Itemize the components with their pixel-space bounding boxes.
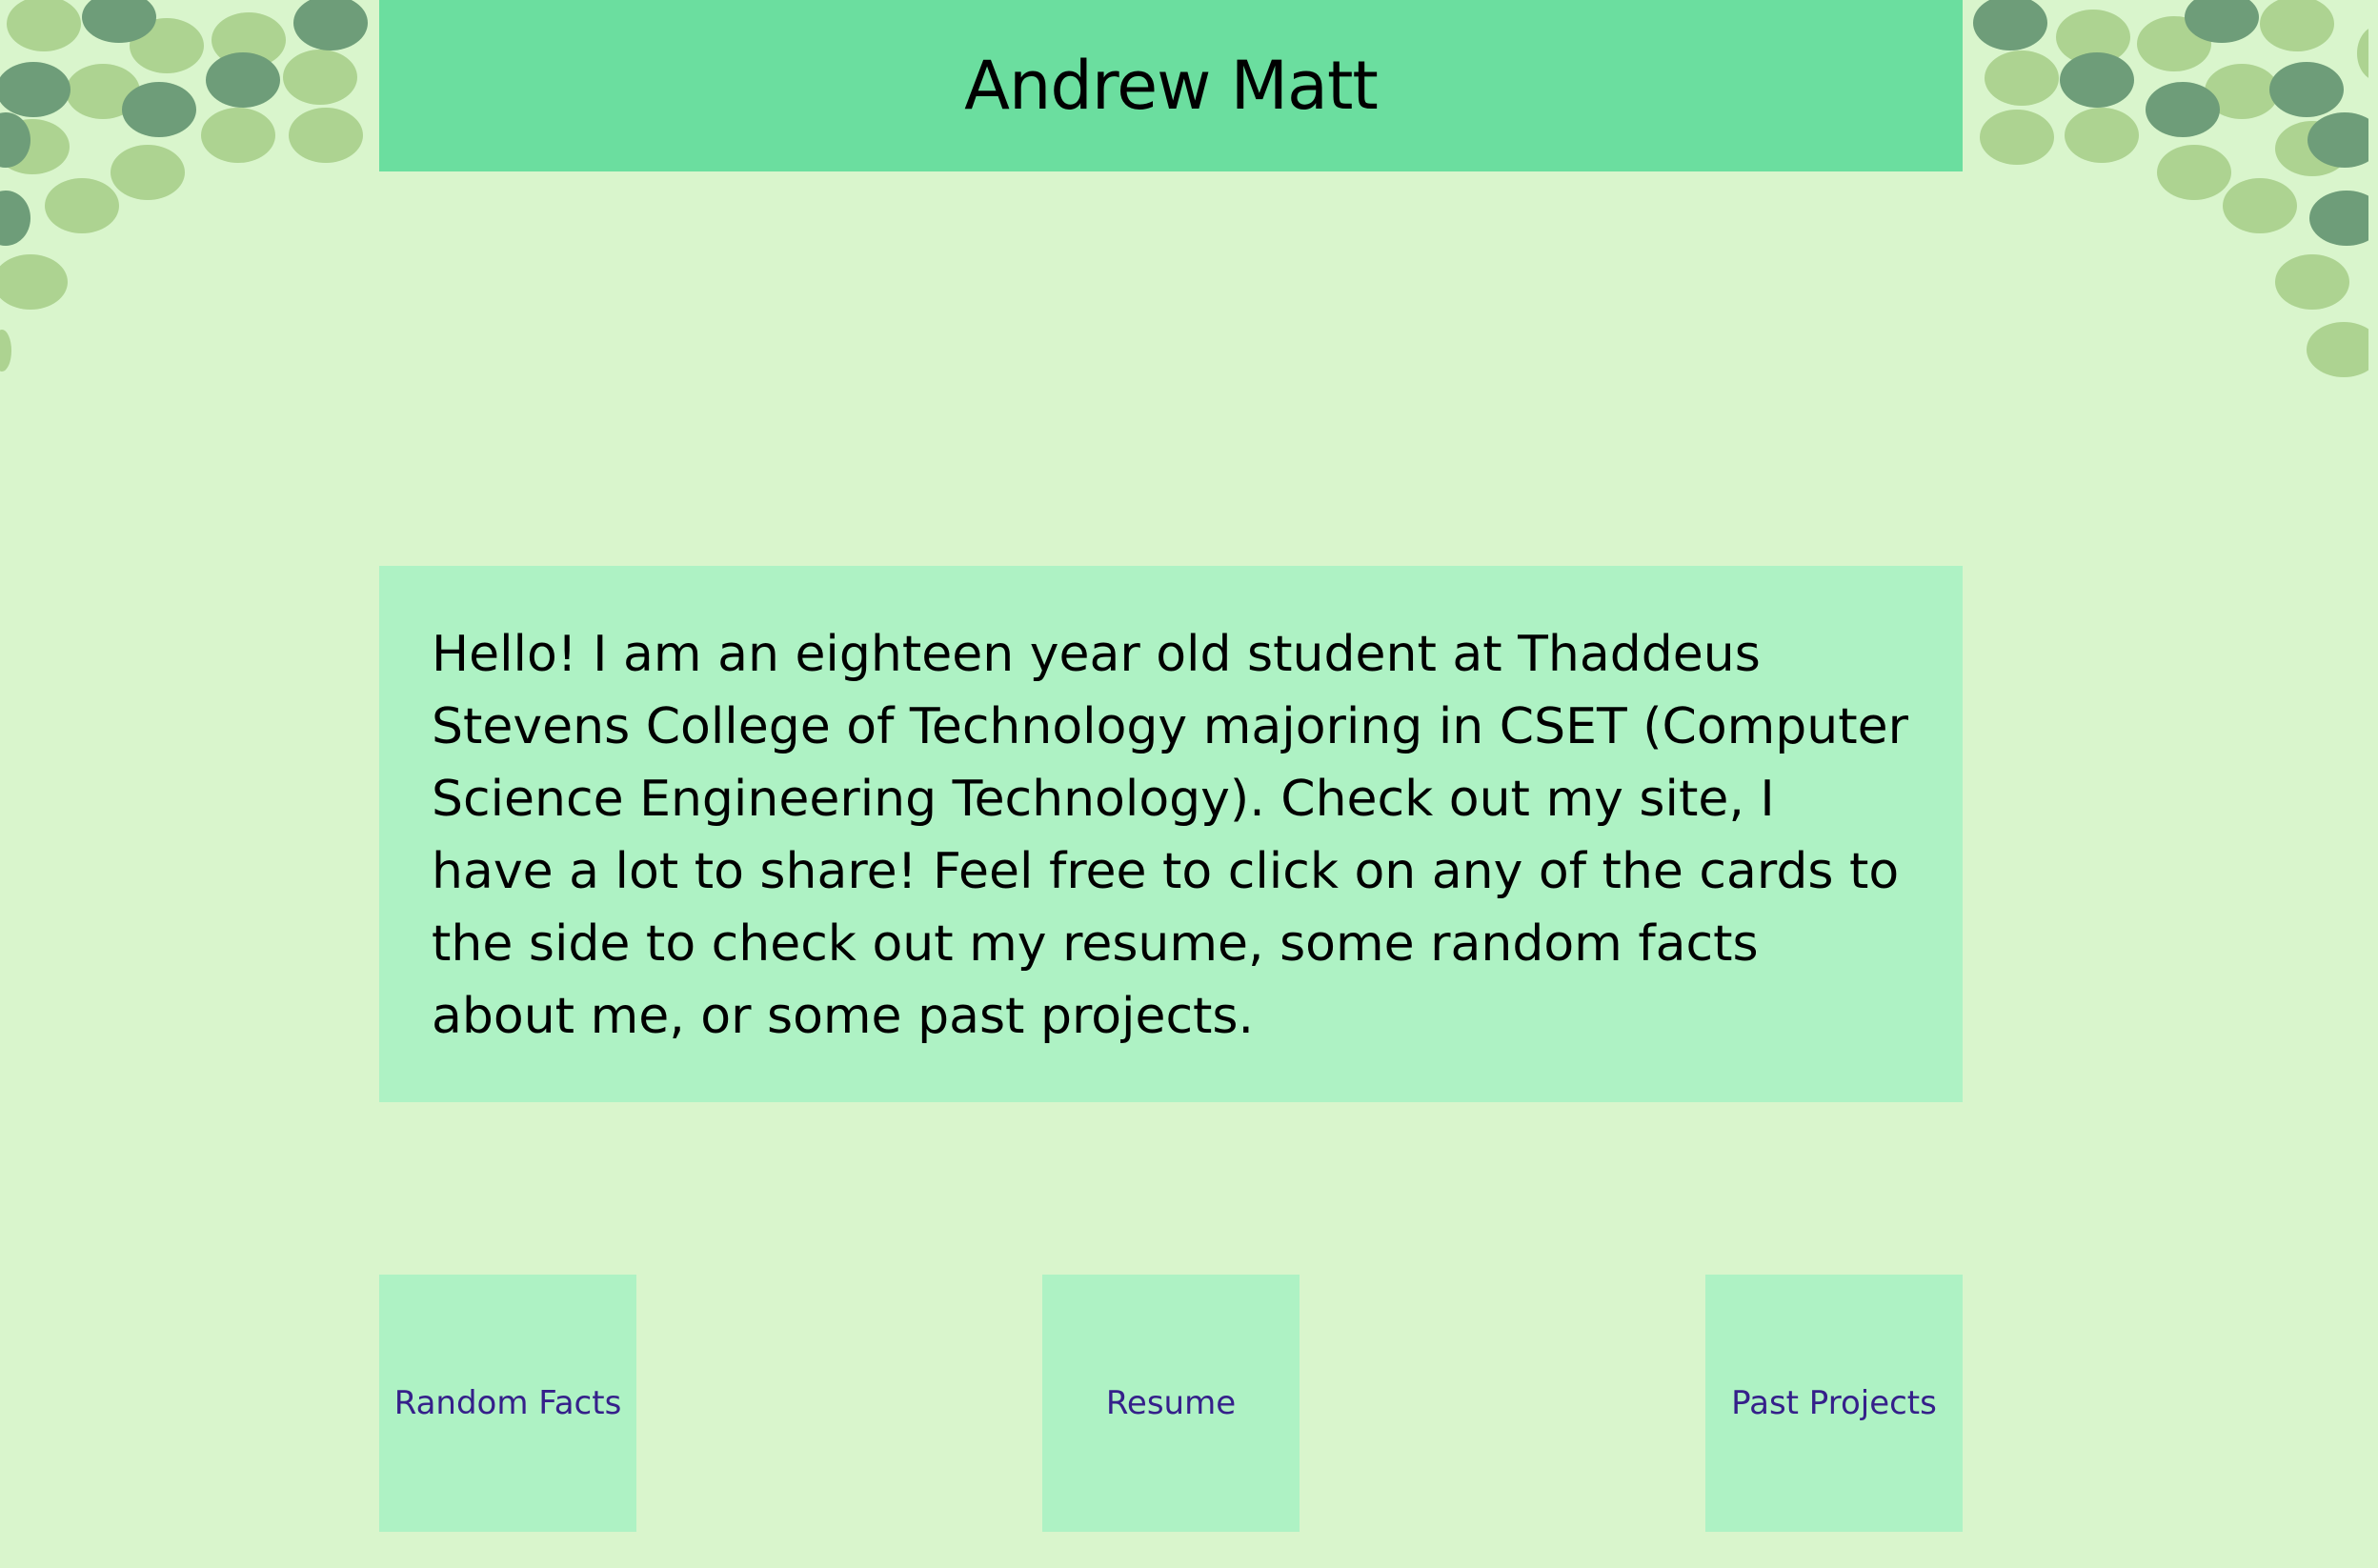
intro-panel: Hello! I am an eighteen year old student…: [379, 566, 1963, 1102]
random-facts-card[interactable]: Random Facts: [379, 1275, 636, 1532]
page-header: Andrew Matt: [379, 0, 1963, 171]
decorative-dots-right: [1968, 0, 2368, 400]
past-projects-link[interactable]: Past Projects: [1731, 1384, 1937, 1422]
resume-link[interactable]: Resume: [1106, 1384, 1236, 1422]
resume-card[interactable]: Resume: [1042, 1275, 1300, 1532]
random-facts-link[interactable]: Random Facts: [394, 1384, 622, 1422]
intro-text: Hello! I am an eighteen year old student…: [432, 626, 1909, 1045]
past-projects-card[interactable]: Past Projects: [1705, 1275, 1963, 1532]
decorative-dots-left: [0, 0, 400, 400]
page-title: Andrew Matt: [964, 47, 1379, 125]
